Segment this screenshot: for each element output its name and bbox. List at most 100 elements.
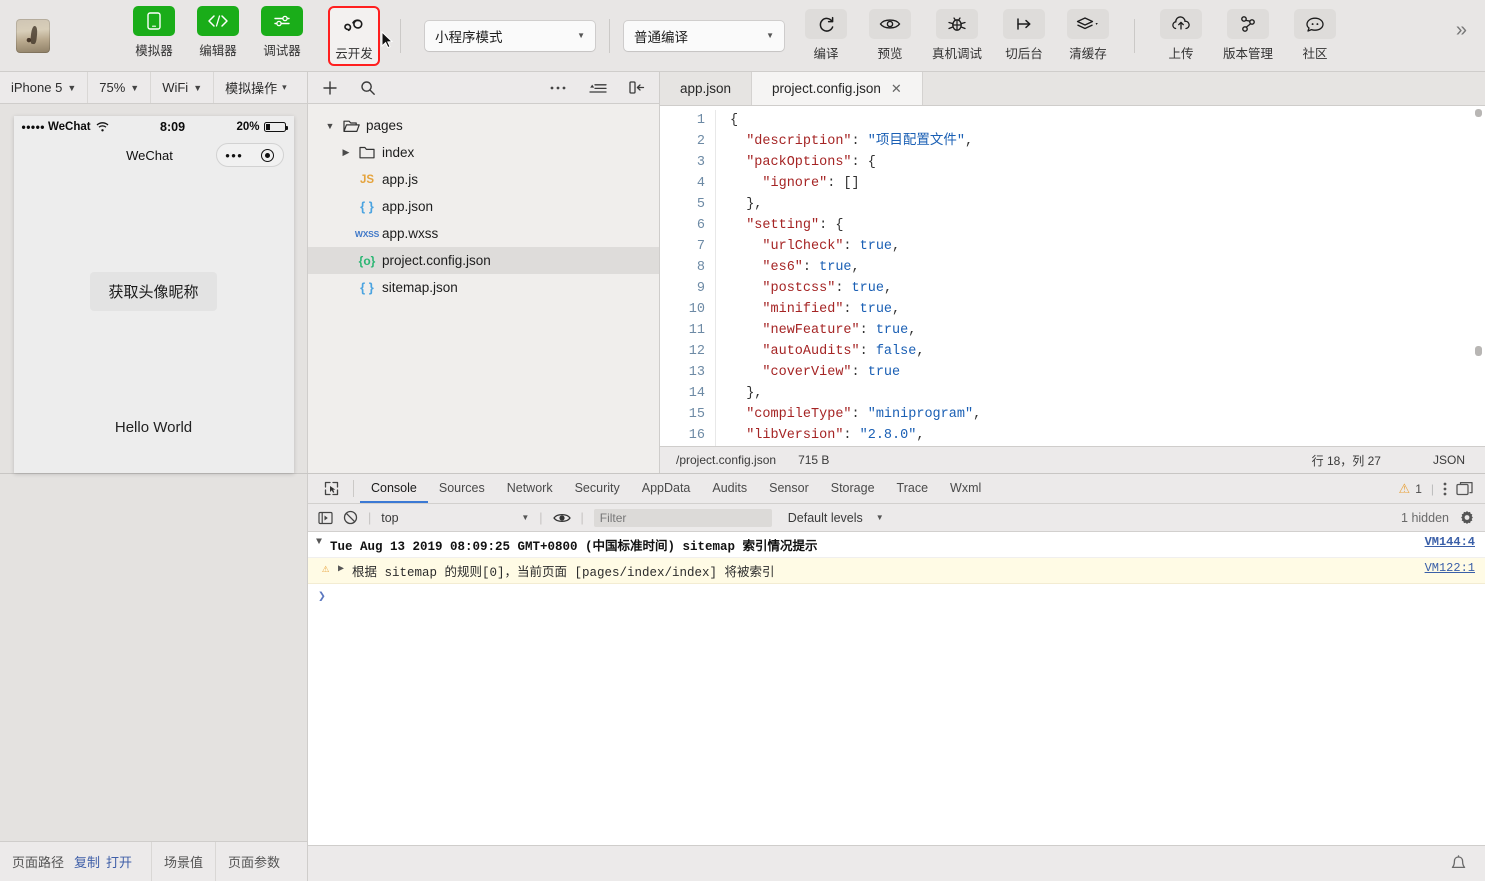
code-line: },	[730, 197, 763, 212]
chevron-down-icon: ▼	[130, 82, 140, 93]
code-lines[interactable]: { "description": "项目配置文件", "packOptions"…	[715, 110, 1485, 446]
editor-button[interactable]: 编辑器	[192, 5, 244, 59]
no-entry-icon[interactable]	[343, 510, 358, 525]
plus-icon[interactable]	[322, 80, 338, 96]
cloud-dev-button[interactable]: 云开发	[328, 5, 380, 66]
open-button[interactable]: 打开	[106, 852, 132, 871]
status-language[interactable]: JSON	[1433, 453, 1465, 467]
dock-panel-icon[interactable]	[1456, 481, 1473, 496]
background-button[interactable]: 切后台	[998, 9, 1050, 62]
simulator-panel: iPhone 5 ▼ 75% ▼ WiFi ▼ 模拟操作 ▾ ••••• WeC…	[0, 72, 308, 473]
collapse-icon[interactable]	[589, 81, 607, 95]
get-profile-button[interactable]: 获取头像昵称	[90, 272, 217, 311]
tree-item-sitemap-json[interactable]: { } sitemap.json	[308, 274, 659, 301]
tree-item-label: app.js	[382, 172, 419, 187]
chevron-right-icon[interactable]: ▶	[338, 147, 354, 158]
tab-project-config-json[interactable]: project.config.json ✕	[752, 72, 923, 105]
phone-simulator[interactable]: ••••• WeChat 8:09 20% WeChat ••• 获取头像昵称 …	[13, 116, 294, 473]
code-editor[interactable]: 1 2 3 4 5 6 7 8 9 10 11 12 13 14 15 16 {…	[660, 106, 1485, 446]
phone-page-body: 获取头像昵称 Hello World	[14, 172, 294, 473]
tab-appdata[interactable]: AppData	[631, 474, 702, 503]
clear-cache-button[interactable]: 清缓存	[1062, 9, 1114, 62]
tab-sources[interactable]: Sources	[428, 474, 496, 503]
scene-value-button[interactable]: 场景值	[152, 842, 217, 881]
devtools-menu-icon[interactable]	[1443, 481, 1447, 497]
zoom-select-value: 75%	[99, 80, 126, 95]
console-messages[interactable]: ▼ Tue Aug 13 2019 08:09:25 GMT+0800 (中国标…	[308, 532, 1485, 881]
log-level-select[interactable]: Default levels ▼	[788, 511, 884, 525]
version-control-button[interactable]: 版本管理	[1219, 9, 1277, 62]
console-prompt[interactable]: ❯	[308, 584, 1485, 609]
live-expression-icon[interactable]	[552, 512, 571, 524]
clear-console-icon[interactable]	[318, 511, 333, 525]
upload-button[interactable]: 上传	[1155, 9, 1207, 62]
simulate-action-select[interactable]: 模拟操作 ▾	[214, 72, 298, 103]
line-number: 1	[696, 113, 705, 128]
more-icon[interactable]	[549, 85, 567, 91]
folder-icon	[354, 146, 380, 159]
chevron-down-icon[interactable]: ▼	[322, 121, 338, 131]
tab-security[interactable]: Security	[564, 474, 631, 503]
chevron-right-icon[interactable]: ▶	[338, 561, 352, 575]
editor-label: 编辑器	[199, 43, 237, 58]
publish-button-group: 上传 版本管理 社区	[1149, 9, 1347, 62]
preview-button[interactable]: 预览	[864, 9, 916, 62]
notification-bell-icon[interactable]	[1450, 854, 1467, 873]
chevron-down-icon[interactable]: ▼	[316, 535, 330, 548]
mode-select[interactable]: 小程序模式 ▼	[425, 20, 595, 51]
tree-item-index[interactable]: ▶ index	[308, 139, 659, 166]
console-log-warning[interactable]: ⚠ ▶ 根据 sitemap 的规则[0]，当前页面 [pages/index/…	[308, 558, 1485, 584]
tab-console[interactable]: Console	[360, 474, 428, 503]
gear-icon[interactable]	[1459, 510, 1475, 526]
tree-item-app-js[interactable]: JS app.js	[308, 166, 659, 193]
capsule-buttons[interactable]: •••	[215, 143, 284, 167]
tab-sensor[interactable]: Sensor	[758, 474, 820, 503]
compile-button[interactable]: 编译	[800, 9, 852, 62]
copy-button[interactable]: 复制	[74, 852, 100, 871]
toolbar-divider-2	[609, 18, 610, 53]
file-tree-list: ▼ pages ▶ index JS app.js {} app.json W…	[308, 104, 659, 301]
inspect-element-icon[interactable]	[316, 474, 347, 503]
tab-trace[interactable]: Trace	[886, 474, 940, 503]
page-path-field[interactable]: 页面路径 复制 打开	[0, 842, 152, 881]
project-avatar[interactable]	[16, 18, 50, 53]
tree-item-project-config-json[interactable]: {o} project.config.json	[308, 247, 659, 274]
zoom-select[interactable]: 75% ▼	[88, 72, 152, 103]
page-params-button[interactable]: 页面参数	[216, 842, 292, 881]
close-target-icon[interactable]	[260, 148, 274, 162]
tree-item-app-json[interactable]: { } app.json	[308, 193, 659, 220]
tab-app-json[interactable]: app.json	[660, 72, 753, 105]
toolbar-divider-3	[1134, 18, 1135, 53]
tab-wxml[interactable]: Wxml	[939, 474, 992, 503]
debugger-button[interactable]: 调试器	[256, 5, 308, 59]
console-filter-input[interactable]	[593, 508, 772, 527]
network-select-value: WiFi	[162, 80, 189, 95]
warning-count-badge[interactable]: ⚠ 1	[1399, 481, 1422, 497]
simulator-button[interactable]: 模拟器	[128, 5, 180, 59]
tab-audits[interactable]: Audits	[701, 474, 758, 503]
toolbar-overflow-button[interactable]: »	[1456, 19, 1467, 52]
console-log-source[interactable]: VM122:1	[1413, 561, 1475, 575]
code-line: "libVersion": "2.8.0",	[730, 428, 925, 443]
execution-context-select[interactable]: top ▼	[381, 511, 529, 525]
panel-toggle-icon[interactable]	[629, 80, 645, 95]
device-select[interactable]: iPhone 5 ▼	[0, 72, 89, 103]
compile-select[interactable]: 普通编译 ▼	[624, 20, 784, 51]
network-select[interactable]: WiFi ▼	[151, 72, 215, 103]
tree-item-label: index	[382, 145, 415, 160]
more-icon[interactable]: •••	[225, 149, 243, 162]
status-time: 8:09	[160, 120, 186, 134]
line-number: 14	[688, 386, 705, 401]
editor-scrollbar-thumb[interactable]	[1475, 346, 1482, 356]
tree-item-app-wxss[interactable]: WXSS app.wxss	[308, 220, 659, 247]
real-device-debug-button[interactable]: 真机调试	[928, 9, 986, 62]
console-log-source[interactable]: VM144:4	[1413, 535, 1475, 549]
editor-scrollbar-top[interactable]	[1475, 109, 1482, 117]
tab-network[interactable]: Network	[496, 474, 564, 503]
tab-storage[interactable]: Storage	[820, 474, 886, 503]
close-icon[interactable]: ✕	[891, 81, 902, 97]
tree-item-pages[interactable]: ▼ pages	[308, 112, 659, 139]
search-icon[interactable]	[360, 80, 376, 96]
community-button[interactable]: 社区	[1289, 9, 1341, 62]
console-log-group[interactable]: ▼ Tue Aug 13 2019 08:09:25 GMT+0800 (中国标…	[308, 532, 1485, 558]
